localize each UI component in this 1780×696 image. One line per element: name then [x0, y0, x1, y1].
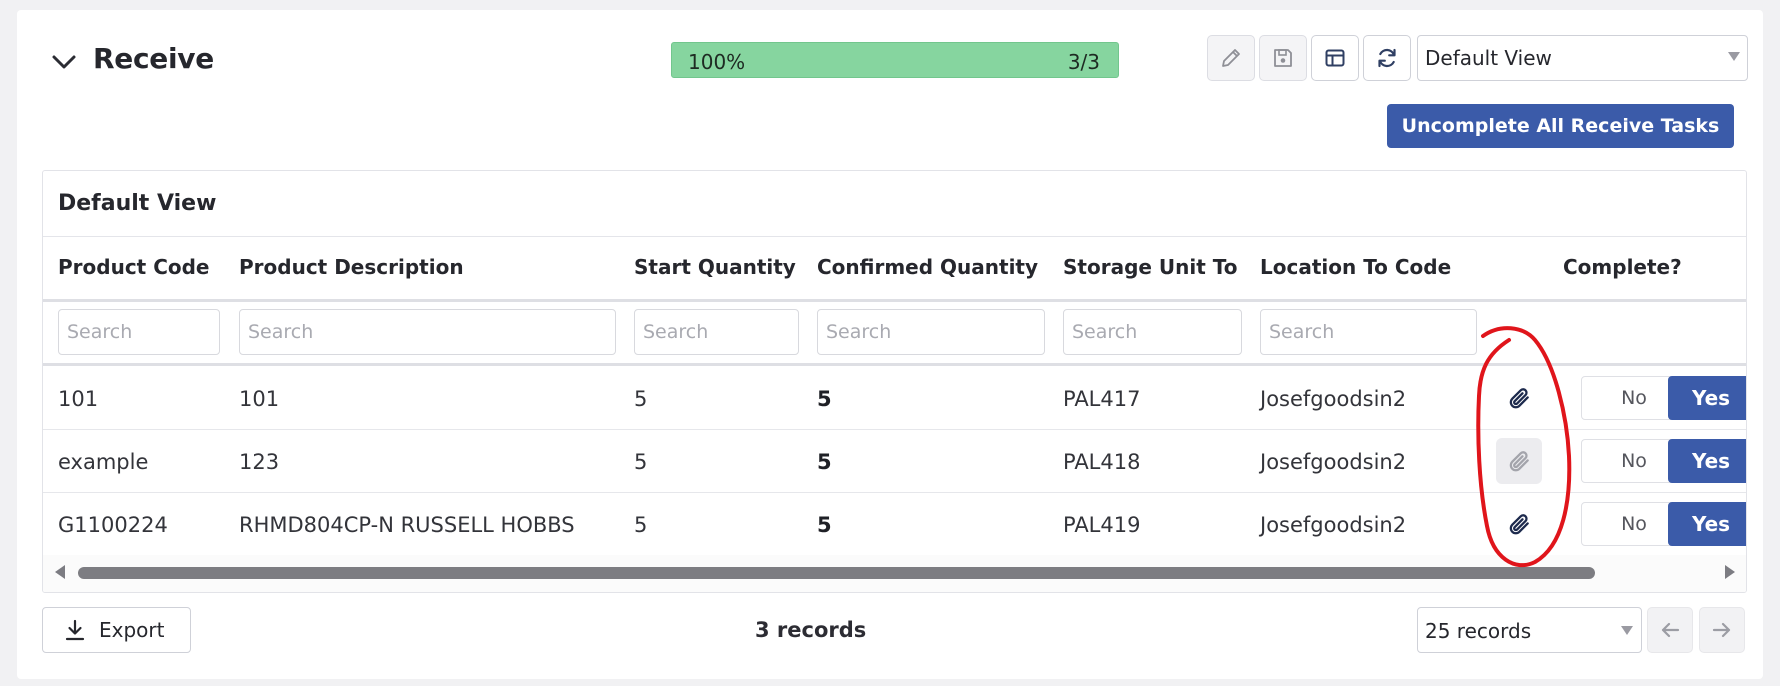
- cell-confirmed-quantity: 5: [817, 387, 832, 411]
- scrollbar-thumb[interactable]: [78, 567, 1595, 579]
- column-header-start-quantity[interactable]: Start Quantity: [634, 255, 796, 279]
- search-start-quantity[interactable]: [634, 309, 799, 355]
- uncomplete-all-button[interactable]: Uncomplete All Receive Tasks: [1387, 104, 1734, 148]
- cell-location-to-code: Josefgoodsin2: [1260, 513, 1407, 537]
- scroll-left-arrow-icon[interactable]: [55, 565, 65, 579]
- cell-product-code: example: [58, 450, 149, 474]
- search-product-code[interactable]: [58, 309, 220, 355]
- view-select[interactable]: Default View: [1417, 35, 1748, 81]
- dropdown-caret-icon: [1728, 52, 1740, 61]
- next-page-button[interactable]: [1699, 607, 1745, 653]
- save-button[interactable]: [1259, 35, 1307, 81]
- progress-bar: 100% 3/3: [671, 42, 1119, 78]
- cell-confirmed-quantity: 5: [817, 450, 832, 474]
- complete-yes-button[interactable]: Yes: [1668, 376, 1746, 420]
- refresh-button[interactable]: [1363, 35, 1411, 81]
- cell-start-quantity: 5: [634, 387, 648, 411]
- column-header-product-code[interactable]: Product Code: [58, 255, 210, 279]
- grid-title: Default View: [58, 191, 217, 216]
- layout-button[interactable]: [1311, 35, 1359, 81]
- page-size-select[interactable]: 25 records: [1417, 607, 1642, 653]
- arrow-left-icon: [1661, 622, 1680, 638]
- collapse-chevron-icon[interactable]: [50, 48, 78, 76]
- cell-location-to-code: Josefgoodsin2: [1260, 387, 1407, 411]
- arrow-right-icon: [1712, 622, 1731, 638]
- previous-page-button[interactable]: [1647, 607, 1693, 653]
- progress-percent: 100%: [688, 50, 746, 74]
- layout-icon: [1325, 49, 1345, 67]
- search-location-to-code[interactable]: [1260, 309, 1477, 355]
- column-header-confirmed-quantity[interactable]: Confirmed Quantity: [817, 255, 1038, 279]
- cell-product-description: RHMD804CP-N RUSSELL HOBBS: [239, 513, 575, 537]
- cell-confirmed-quantity: 5: [817, 513, 832, 537]
- column-header-storage-unit-to[interactable]: Storage Unit To: [1063, 255, 1238, 279]
- cell-storage-unit-to: PAL418: [1063, 450, 1141, 474]
- search-storage-unit-to[interactable]: [1063, 309, 1242, 355]
- refresh-icon: [1378, 48, 1396, 68]
- annotation-circle: [1476, 326, 1572, 568]
- cell-product-code: 101: [58, 387, 99, 411]
- divider: [43, 299, 1746, 302]
- divider: [43, 236, 1746, 237]
- dropdown-caret-icon: [1621, 626, 1633, 635]
- page-size-value: 25 records: [1425, 619, 1532, 643]
- cell-product-description: 123: [239, 450, 280, 474]
- cell-start-quantity: 5: [634, 513, 648, 537]
- column-header-complete[interactable]: Complete?: [1563, 255, 1682, 279]
- view-select-value: Default View: [1425, 46, 1552, 70]
- cell-storage-unit-to: PAL417: [1063, 387, 1141, 411]
- progress-fraction: 3/3: [1067, 50, 1100, 74]
- complete-yes-button[interactable]: Yes: [1668, 439, 1746, 483]
- cell-start-quantity: 5: [634, 450, 648, 474]
- next-panel-edge: [0, 686, 1780, 696]
- cell-storage-unit-to: PAL419: [1063, 513, 1141, 537]
- export-label: Export: [99, 618, 165, 642]
- pencil-icon: [1222, 49, 1240, 67]
- cell-product-description: 101: [239, 387, 280, 411]
- column-header-location-to-code[interactable]: Location To Code: [1260, 255, 1451, 279]
- download-icon: [65, 619, 85, 641]
- records-count: 3 records: [755, 618, 867, 642]
- column-header-product-description[interactable]: Product Description: [239, 255, 464, 279]
- search-product-description[interactable]: [239, 309, 616, 355]
- export-button[interactable]: Export: [42, 607, 191, 653]
- cell-location-to-code: Josefgoodsin2: [1260, 450, 1407, 474]
- section-title: Receive: [93, 42, 214, 75]
- search-confirmed-quantity[interactable]: [817, 309, 1045, 355]
- cell-product-code: G1100224: [58, 513, 168, 537]
- scroll-right-arrow-icon[interactable]: [1725, 565, 1735, 579]
- save-icon: [1274, 49, 1292, 67]
- edit-button[interactable]: [1207, 35, 1255, 81]
- complete-yes-button[interactable]: Yes: [1668, 502, 1746, 546]
